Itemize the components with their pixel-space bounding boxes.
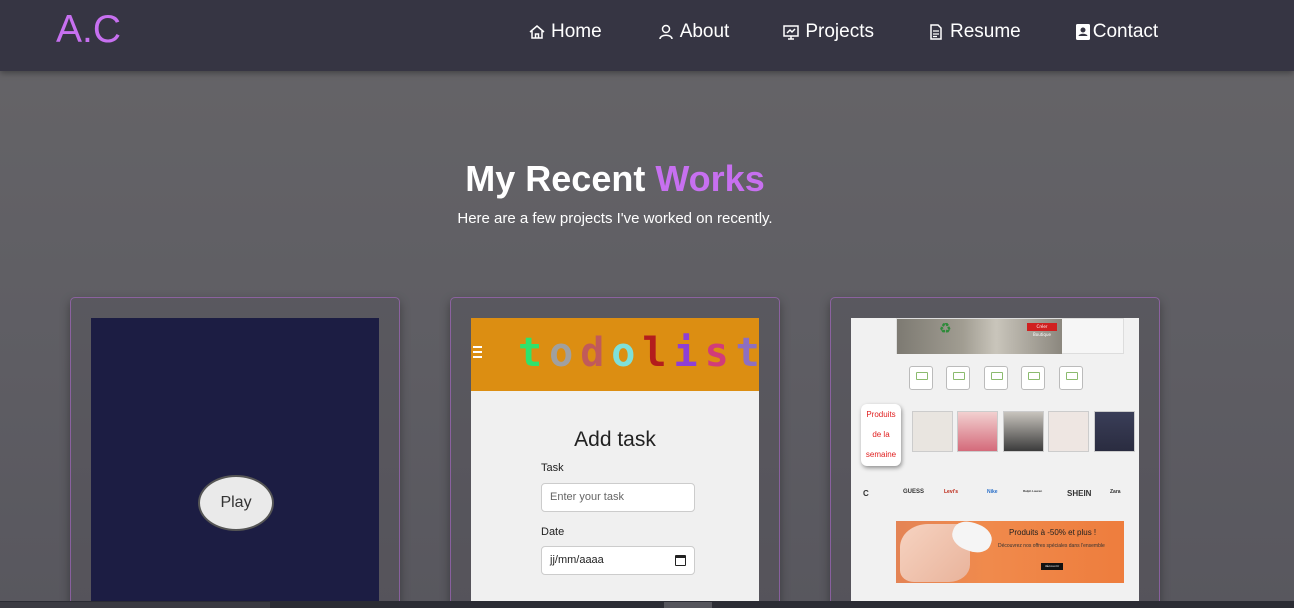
nav-resume[interactable]: Resume xyxy=(927,20,1021,44)
banner-button[interactable]: Créer Boutique xyxy=(1027,323,1057,337)
sale-button[interactable]: découvrir xyxy=(1041,563,1063,570)
add-task-heading: Add task xyxy=(574,428,656,451)
todolist-logo-letter: d xyxy=(580,330,612,376)
nav-home[interactable]: Home xyxy=(528,20,602,44)
section-title-main: My Recent xyxy=(465,158,646,199)
task-input[interactable]: Enter your task xyxy=(541,483,695,512)
weekly-line: Produits xyxy=(866,410,896,419)
brand-logo: Ralph Lauren xyxy=(1023,489,1043,493)
section-title: My Recent Works xyxy=(0,158,1230,200)
brand-logo: C xyxy=(863,489,869,498)
sale-banner: Produits à -50% et plus ! Découvrez nos … xyxy=(896,517,1124,583)
sale-text: Découvrez nos offres spéciales dans l'en… xyxy=(998,543,1105,549)
project-card-shop: ♻ Créer Boutique Produits de la semaine … xyxy=(830,297,1160,608)
shop-banner: ♻ Créer Boutique xyxy=(896,318,1124,354)
product-thumb[interactable] xyxy=(1094,411,1135,452)
nav-about[interactable]: About xyxy=(657,20,730,44)
brand-logo: Nike xyxy=(987,489,998,495)
section-subtitle: Here are a few projects I've worked on r… xyxy=(457,210,773,227)
category-icon[interactable] xyxy=(909,366,933,390)
todolist-logo-letter: s xyxy=(704,330,736,376)
horizontal-scrollbar[interactable] xyxy=(0,601,1294,608)
brand-logo: Zara xyxy=(1110,489,1121,495)
recycle-icon: ♻ xyxy=(939,321,952,337)
calendar-icon xyxy=(675,555,686,566)
todolist-logo-letter: t xyxy=(518,330,550,376)
weekly-line: semaine xyxy=(865,450,897,459)
nav-about-label: About xyxy=(679,21,730,42)
presentation-icon xyxy=(783,25,800,40)
nav-contact-label: Contact xyxy=(1092,21,1159,42)
product-thumb[interactable] xyxy=(957,411,998,452)
nav-home-label: Home xyxy=(551,21,602,42)
site-logo[interactable]: A.C xyxy=(56,8,121,52)
category-icon[interactable] xyxy=(984,366,1008,390)
todolist-logo: todolist xyxy=(518,330,759,376)
nav-projects[interactable]: Projects xyxy=(782,20,874,44)
task-label: Task xyxy=(541,462,564,474)
project-card-game: Play xyxy=(70,297,400,608)
todolist-logo-letter: o xyxy=(549,330,581,376)
play-button[interactable]: Play xyxy=(198,475,274,531)
project-preview-game: Play xyxy=(91,318,379,608)
scrollbar-thumb[interactable] xyxy=(664,602,712,608)
product-thumb[interactable] xyxy=(1003,411,1044,452)
section-title-accent: Works xyxy=(655,158,765,199)
product-thumb[interactable] xyxy=(1048,411,1089,452)
project-preview-shop: ♻ Créer Boutique Produits de la semaine … xyxy=(851,318,1139,608)
document-icon xyxy=(930,24,942,40)
weekly-line: de la xyxy=(872,430,890,439)
nav-resume-label: Resume xyxy=(949,21,1021,42)
nav-contact[interactable]: Contact xyxy=(1074,20,1158,44)
product-thumb[interactable] xyxy=(912,411,953,452)
date-placeholder: jj/mm/aaaa xyxy=(550,554,604,566)
user-icon xyxy=(658,24,673,40)
todolist-header: todolist xyxy=(471,318,759,391)
brand-logo: GUESS xyxy=(903,489,925,495)
brand-logo: SHEIN xyxy=(1067,489,1092,498)
project-card-todolist: todolist Add task Task Enter your task D… xyxy=(450,297,780,608)
todolist-logo-letter: l xyxy=(642,330,674,376)
contact-card-icon xyxy=(1075,24,1090,40)
hamburger-icon xyxy=(473,346,482,358)
scrollbar-track-segment xyxy=(0,602,270,608)
date-input[interactable]: jj/mm/aaaa xyxy=(541,546,695,575)
todolist-logo-letter: t xyxy=(735,330,759,376)
brand-logo: Levi's xyxy=(944,489,958,495)
home-icon xyxy=(529,25,545,39)
date-label: Date xyxy=(541,526,565,538)
sale-title: Produits à -50% et plus ! xyxy=(1009,528,1097,537)
weekly-products-label: Produits de la semaine xyxy=(861,404,901,466)
nav-projects-label: Projects xyxy=(805,21,874,42)
project-preview-todolist: todolist Add task Task Enter your task D… xyxy=(471,318,759,608)
category-icon[interactable] xyxy=(1021,366,1045,390)
todolist-logo-letter: i xyxy=(673,330,705,376)
nav-menu: Home About Projects Resume Contact xyxy=(528,20,1158,44)
navbar: A.C Home About Projects Resume Contact xyxy=(0,0,1294,71)
category-icon[interactable] xyxy=(946,366,970,390)
category-icon[interactable] xyxy=(1059,366,1083,390)
todolist-logo-letter: o xyxy=(611,330,643,376)
